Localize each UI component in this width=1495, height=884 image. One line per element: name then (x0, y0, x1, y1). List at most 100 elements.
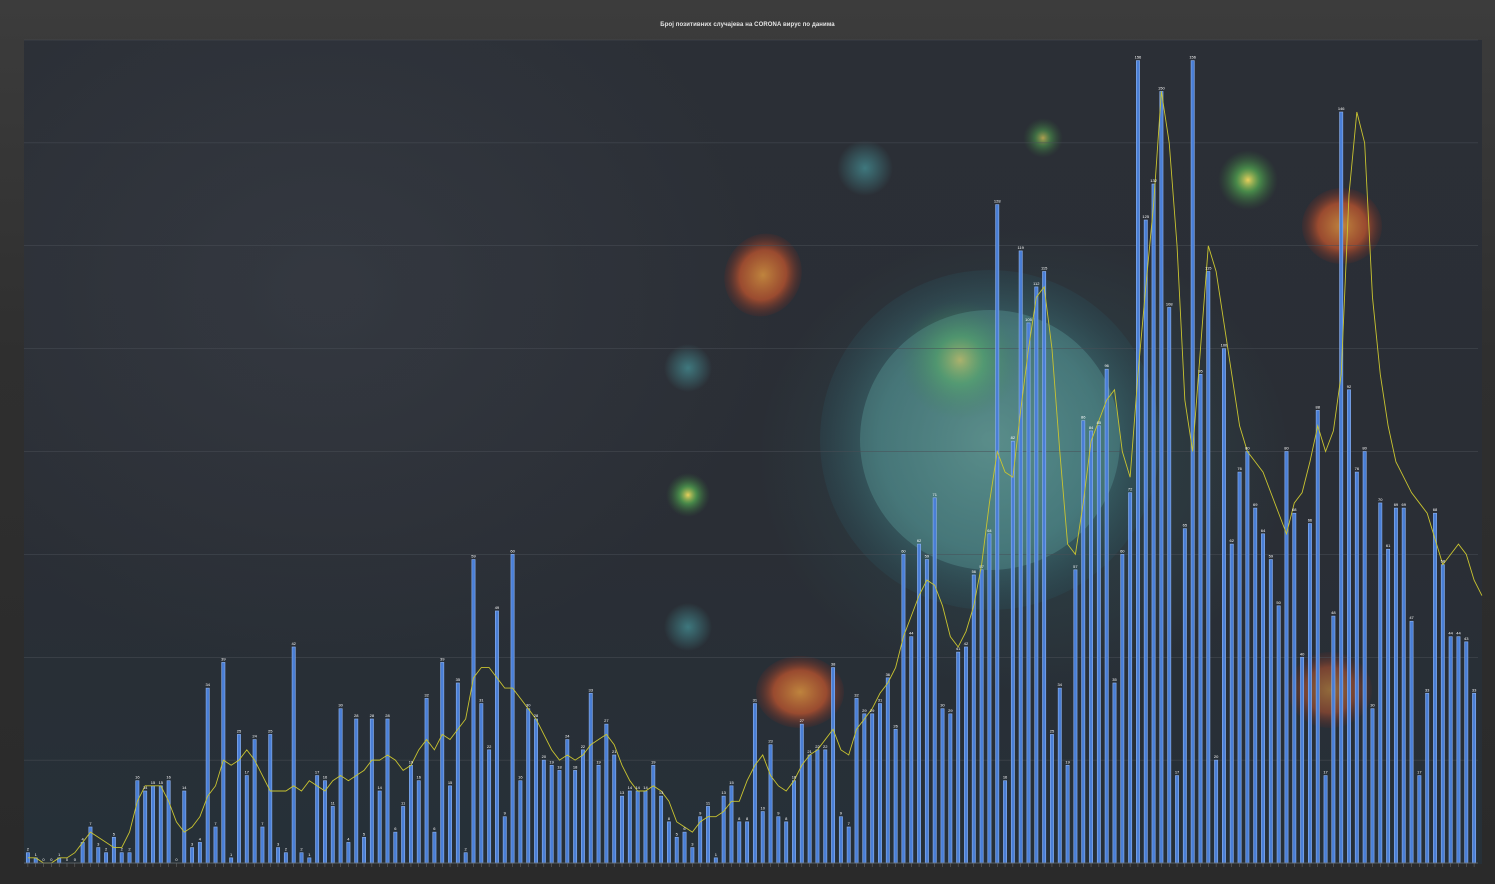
data-label: 13 (721, 790, 726, 795)
bar (119, 852, 124, 864)
bar (870, 713, 875, 864)
bar (917, 543, 922, 864)
bar (1151, 183, 1156, 864)
bar (213, 826, 218, 864)
data-label: 56 (972, 569, 977, 574)
bar (448, 785, 452, 864)
data-label: 58 (1441, 559, 1446, 564)
data-label: 28 (370, 713, 375, 718)
bar (518, 780, 523, 864)
data-label: 17 (315, 770, 320, 775)
bar (1393, 507, 1398, 864)
bar (549, 764, 554, 864)
data-label: 112 (1033, 281, 1040, 286)
data-label: 42 (964, 641, 969, 646)
bar (190, 847, 195, 864)
bar (1120, 554, 1125, 864)
data-label: 115 (1041, 265, 1048, 270)
data-label: 72 (1128, 487, 1133, 492)
data-label: 33 (1472, 687, 1477, 692)
data-label: 39 (440, 656, 445, 661)
bar (1409, 620, 1414, 864)
data-label: 5 (676, 831, 679, 836)
bar (1089, 430, 1093, 864)
bar (909, 636, 914, 864)
bar (1237, 471, 1242, 864)
bar (1354, 471, 1359, 864)
bar (776, 816, 781, 864)
data-label: 150 (1158, 85, 1165, 90)
glow-particle (666, 473, 710, 517)
data-label: 96 (1104, 363, 1109, 368)
bar (588, 692, 593, 864)
bar (831, 667, 836, 864)
bar (1362, 451, 1367, 864)
bar (377, 790, 382, 864)
data-label: 69 (1402, 502, 1407, 507)
chart-frame: Број позитивних случајева на CORONA виру… (0, 0, 1495, 884)
bar (1472, 692, 1477, 864)
bar (424, 698, 429, 864)
data-label: 10 (761, 806, 766, 811)
data-label: 156 (1189, 55, 1196, 60)
bar (924, 559, 929, 864)
data-label: 40 (1300, 651, 1305, 656)
data-label: 18 (573, 764, 578, 769)
data-label: 19 (549, 759, 554, 764)
data-label: 2 (27, 847, 30, 852)
data-label: 61 (1386, 543, 1391, 548)
bar (1401, 507, 1406, 864)
data-label: 21 (807, 749, 812, 754)
bar (471, 559, 476, 864)
bar (1339, 111, 1344, 864)
bar (627, 790, 632, 864)
bar (1198, 374, 1203, 864)
bar (1386, 548, 1391, 864)
data-label: 7 (261, 821, 264, 826)
bar (1057, 687, 1062, 864)
data-label: 28 (385, 713, 390, 718)
data-label: 31 (479, 698, 484, 703)
data-label: 8 (785, 816, 788, 821)
data-label: 2 (128, 847, 131, 852)
bar (1307, 523, 1312, 864)
data-label: 39 (221, 656, 226, 661)
data-label: 95 (1198, 368, 1203, 373)
bar (620, 795, 624, 864)
data-label: 15 (151, 780, 156, 785)
data-label: 22 (815, 744, 820, 749)
bar (1050, 734, 1054, 864)
bar (862, 713, 867, 864)
data-label: 33 (1425, 687, 1430, 692)
data-label: 24 (565, 734, 570, 739)
data-label: 14 (635, 785, 640, 790)
bar (1229, 543, 1234, 864)
bar (541, 759, 546, 864)
data-label: 156 (1135, 55, 1142, 60)
data-label: 32 (854, 692, 859, 697)
data-label: 59 (1269, 554, 1274, 559)
virus-illustration (664, 118, 1382, 728)
data-label: 57 (979, 564, 984, 569)
bar (893, 728, 898, 864)
data-label: 21 (612, 749, 617, 754)
bar (1292, 512, 1297, 864)
bar (385, 718, 390, 864)
data-label: 1 (35, 852, 38, 857)
bar (1300, 656, 1305, 864)
data-label: 29 (948, 708, 953, 713)
bar (706, 806, 710, 864)
data-label: 25 (237, 728, 242, 733)
data-label: 27 (800, 718, 805, 723)
bar (401, 806, 406, 864)
bar (1378, 502, 1383, 864)
bar (964, 646, 968, 864)
data-label: 48 (1331, 610, 1336, 615)
data-label: 41 (956, 646, 961, 651)
data-label: 27 (604, 718, 609, 723)
bar (1104, 368, 1109, 864)
data-label: 2 (285, 847, 288, 852)
bar (995, 204, 1000, 864)
bar (651, 764, 656, 864)
data-label: 38 (831, 662, 836, 667)
